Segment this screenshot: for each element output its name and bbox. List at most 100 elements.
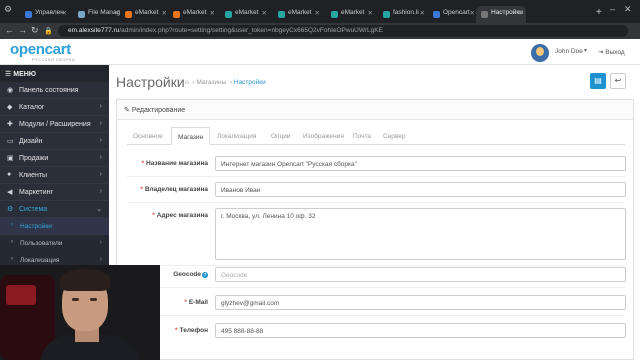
browser-tab[interactable]: File Manag ✕ xyxy=(73,6,123,23)
breadcrumb: ⌂ › Магазины › Настройки xyxy=(185,79,266,86)
browser-tab-label: Opencart xyxy=(443,9,470,16)
field-input[interactable]: Интернет магазин Opencart "Русская сборк… xyxy=(215,156,626,171)
save-button[interactable]: ▤ xyxy=(590,73,606,89)
chevron-icon: › xyxy=(99,120,102,127)
forward-icon[interactable]: → xyxy=(18,25,27,35)
sidebar-item-label: Клиенты xyxy=(19,172,48,179)
minimize-icon[interactable]: – xyxy=(610,4,615,14)
chevron-icon: › xyxy=(99,188,102,195)
browser-tab[interactable]: eMarket ✕ xyxy=(326,6,376,23)
favicon-icon xyxy=(225,11,232,18)
chevron-down-icon[interactable]: ▾ xyxy=(584,47,587,54)
browser-tab-label: eMarket xyxy=(235,9,259,16)
sidebar-item[interactable]: ◀ Маркетинг › xyxy=(0,184,109,201)
sidebar-item[interactable]: ⚙ Система ⌄ xyxy=(0,201,109,218)
page-title: Настройки xyxy=(116,74,185,90)
sidebar-item-icon: ◀ xyxy=(7,189,13,196)
url-host: em.alexsite777.ru xyxy=(68,27,120,34)
form-divider xyxy=(127,315,625,316)
browser-tab[interactable]: eMarket ✕ xyxy=(220,6,270,23)
url-input[interactable]: em.alexsite777.ru/admin/index.php?route=… xyxy=(58,25,628,37)
main-content: Настройки ⌂ › Магазины › Настройки ▤ ↩ ✎… xyxy=(109,65,640,360)
form-divider xyxy=(127,176,625,177)
sidebar-item[interactable]: ✚ Модули / Расширения › xyxy=(0,116,109,133)
sidebar-item-icon: ⚙ xyxy=(7,206,14,213)
close-tab-icon[interactable]: ✕ xyxy=(518,9,523,17)
sidebar-subitem-label: Локализация xyxy=(20,257,60,264)
settings-tab[interactable]: Локализация xyxy=(211,127,262,145)
sidebar-menu-title[interactable]: ☰ МЕНЮ xyxy=(0,65,109,82)
sidebar-item[interactable]: ◉ Панель состояния xyxy=(0,82,109,99)
close-tab-icon[interactable]: ✕ xyxy=(470,9,475,17)
sidebar-item-label: Система xyxy=(19,206,48,213)
close-tab-icon[interactable]: ✕ xyxy=(420,9,425,17)
field-input[interactable]: Иванов Иван xyxy=(215,182,626,197)
logout-button[interactable]: ⇥ Выход xyxy=(598,48,625,56)
sidebar-item-label: Продажи xyxy=(19,155,49,162)
field-label: Geocode? xyxy=(173,271,208,278)
sidebar-item[interactable]: ◆ Каталог › xyxy=(0,99,109,116)
settings-tab[interactable]: Изображения xyxy=(297,127,350,145)
form-divider xyxy=(127,265,625,266)
reload-icon[interactable]: ↻ xyxy=(31,25,39,36)
favicon-icon xyxy=(481,11,488,18)
settings-tab[interactable]: Сервер xyxy=(377,127,412,145)
browser-tab[interactable]: Opencart ✕ xyxy=(428,6,478,23)
webcam-person-hair xyxy=(60,269,110,291)
menu-title-label: МЕНЮ xyxy=(13,71,37,78)
browser-tab[interactable]: Настройки ✕ xyxy=(476,6,526,23)
browser-tab-label: eMarket xyxy=(288,9,312,16)
avatar[interactable] xyxy=(531,44,549,62)
field-input[interactable]: 495 888-88-88 xyxy=(215,323,626,338)
field-input[interactable]: glyzhev@gmail.com xyxy=(215,295,626,310)
address-bar-row: ← → ↻ 🔒 em.alexsite777.ru/admin/index.ph… xyxy=(0,23,640,39)
sidebar-item-icon: ◉ xyxy=(7,87,14,94)
sidebar-item-icon: ✚ xyxy=(7,121,13,128)
field-input[interactable]: г. Москва, ул. Ленина 10 оф. 32 xyxy=(215,208,626,260)
settings-tab[interactable]: Почта xyxy=(347,127,377,145)
back-icon[interactable]: ← xyxy=(5,25,14,35)
close-tab-icon[interactable]: ✕ xyxy=(368,9,373,17)
browser-tab-label: eMarket xyxy=(135,9,159,16)
sidebar-item[interactable]: ● Клиенты › xyxy=(0,167,109,184)
browser-tab[interactable]: fashion.li ✕ xyxy=(378,6,428,23)
close-tab-icon[interactable]: ✕ xyxy=(210,9,215,17)
close-tab-icon[interactable]: ✕ xyxy=(315,9,320,17)
browser-tab[interactable]: Управлен ✕ xyxy=(20,6,70,23)
favicon-icon xyxy=(278,11,285,18)
field-input[interactable]: Geocode xyxy=(215,267,626,282)
close-tab-icon[interactable]: ✕ xyxy=(262,9,267,17)
browser-tab[interactable]: eMarket ✕ xyxy=(120,6,170,23)
close-window-icon[interactable]: ✕ xyxy=(624,4,632,15)
settings-panel: ✎ Редактирование Основное Магазин Локализа… xyxy=(116,99,634,360)
sidebar-subitem[interactable]: › Пользователи › xyxy=(0,235,109,252)
chevron-icon: › xyxy=(99,171,102,178)
sidebar-item-label: Модули / Расширения xyxy=(19,121,91,128)
sidebar-item[interactable]: ▭ Дизайн › xyxy=(0,133,109,150)
home-icon[interactable]: ⌂ xyxy=(185,79,189,86)
field-label: * E-Mail xyxy=(184,299,208,306)
close-tab-icon[interactable]: ✕ xyxy=(62,9,67,17)
sidebar-item[interactable]: ▣ Продажи › xyxy=(0,150,109,167)
close-tab-icon[interactable]: ✕ xyxy=(162,9,167,17)
sidebar-subitem[interactable]: › Настройки xyxy=(0,218,109,235)
settings-tab[interactable]: Основное xyxy=(127,127,169,145)
browser-tab[interactable]: eMarket ✕ xyxy=(168,6,218,23)
settings-tab[interactable]: Магазин xyxy=(171,127,211,145)
breadcrumb-stores[interactable]: Магазины xyxy=(197,79,227,86)
chevron-icon: › xyxy=(99,239,102,246)
settings-tab[interactable]: Опции xyxy=(265,127,297,145)
field-label-text: Адрес магазина xyxy=(156,212,208,219)
opencart-logo[interactable]: opencart xyxy=(10,41,71,58)
back-button[interactable]: ↩ xyxy=(610,73,626,89)
bullet-icon: › xyxy=(11,239,13,245)
new-tab-button[interactable]: + xyxy=(596,7,602,18)
favicon-icon xyxy=(173,11,180,18)
browser-menu-icon[interactable]: ⚙ xyxy=(4,4,12,15)
help-icon[interactable]: ? xyxy=(202,272,208,278)
browser-tab[interactable]: eMarket ✕ xyxy=(273,6,323,23)
favicon-icon xyxy=(25,11,32,18)
user-name[interactable]: John Doe xyxy=(555,48,583,55)
bullet-icon: › xyxy=(11,222,13,228)
breadcrumb-settings[interactable]: Настройки xyxy=(234,79,266,86)
